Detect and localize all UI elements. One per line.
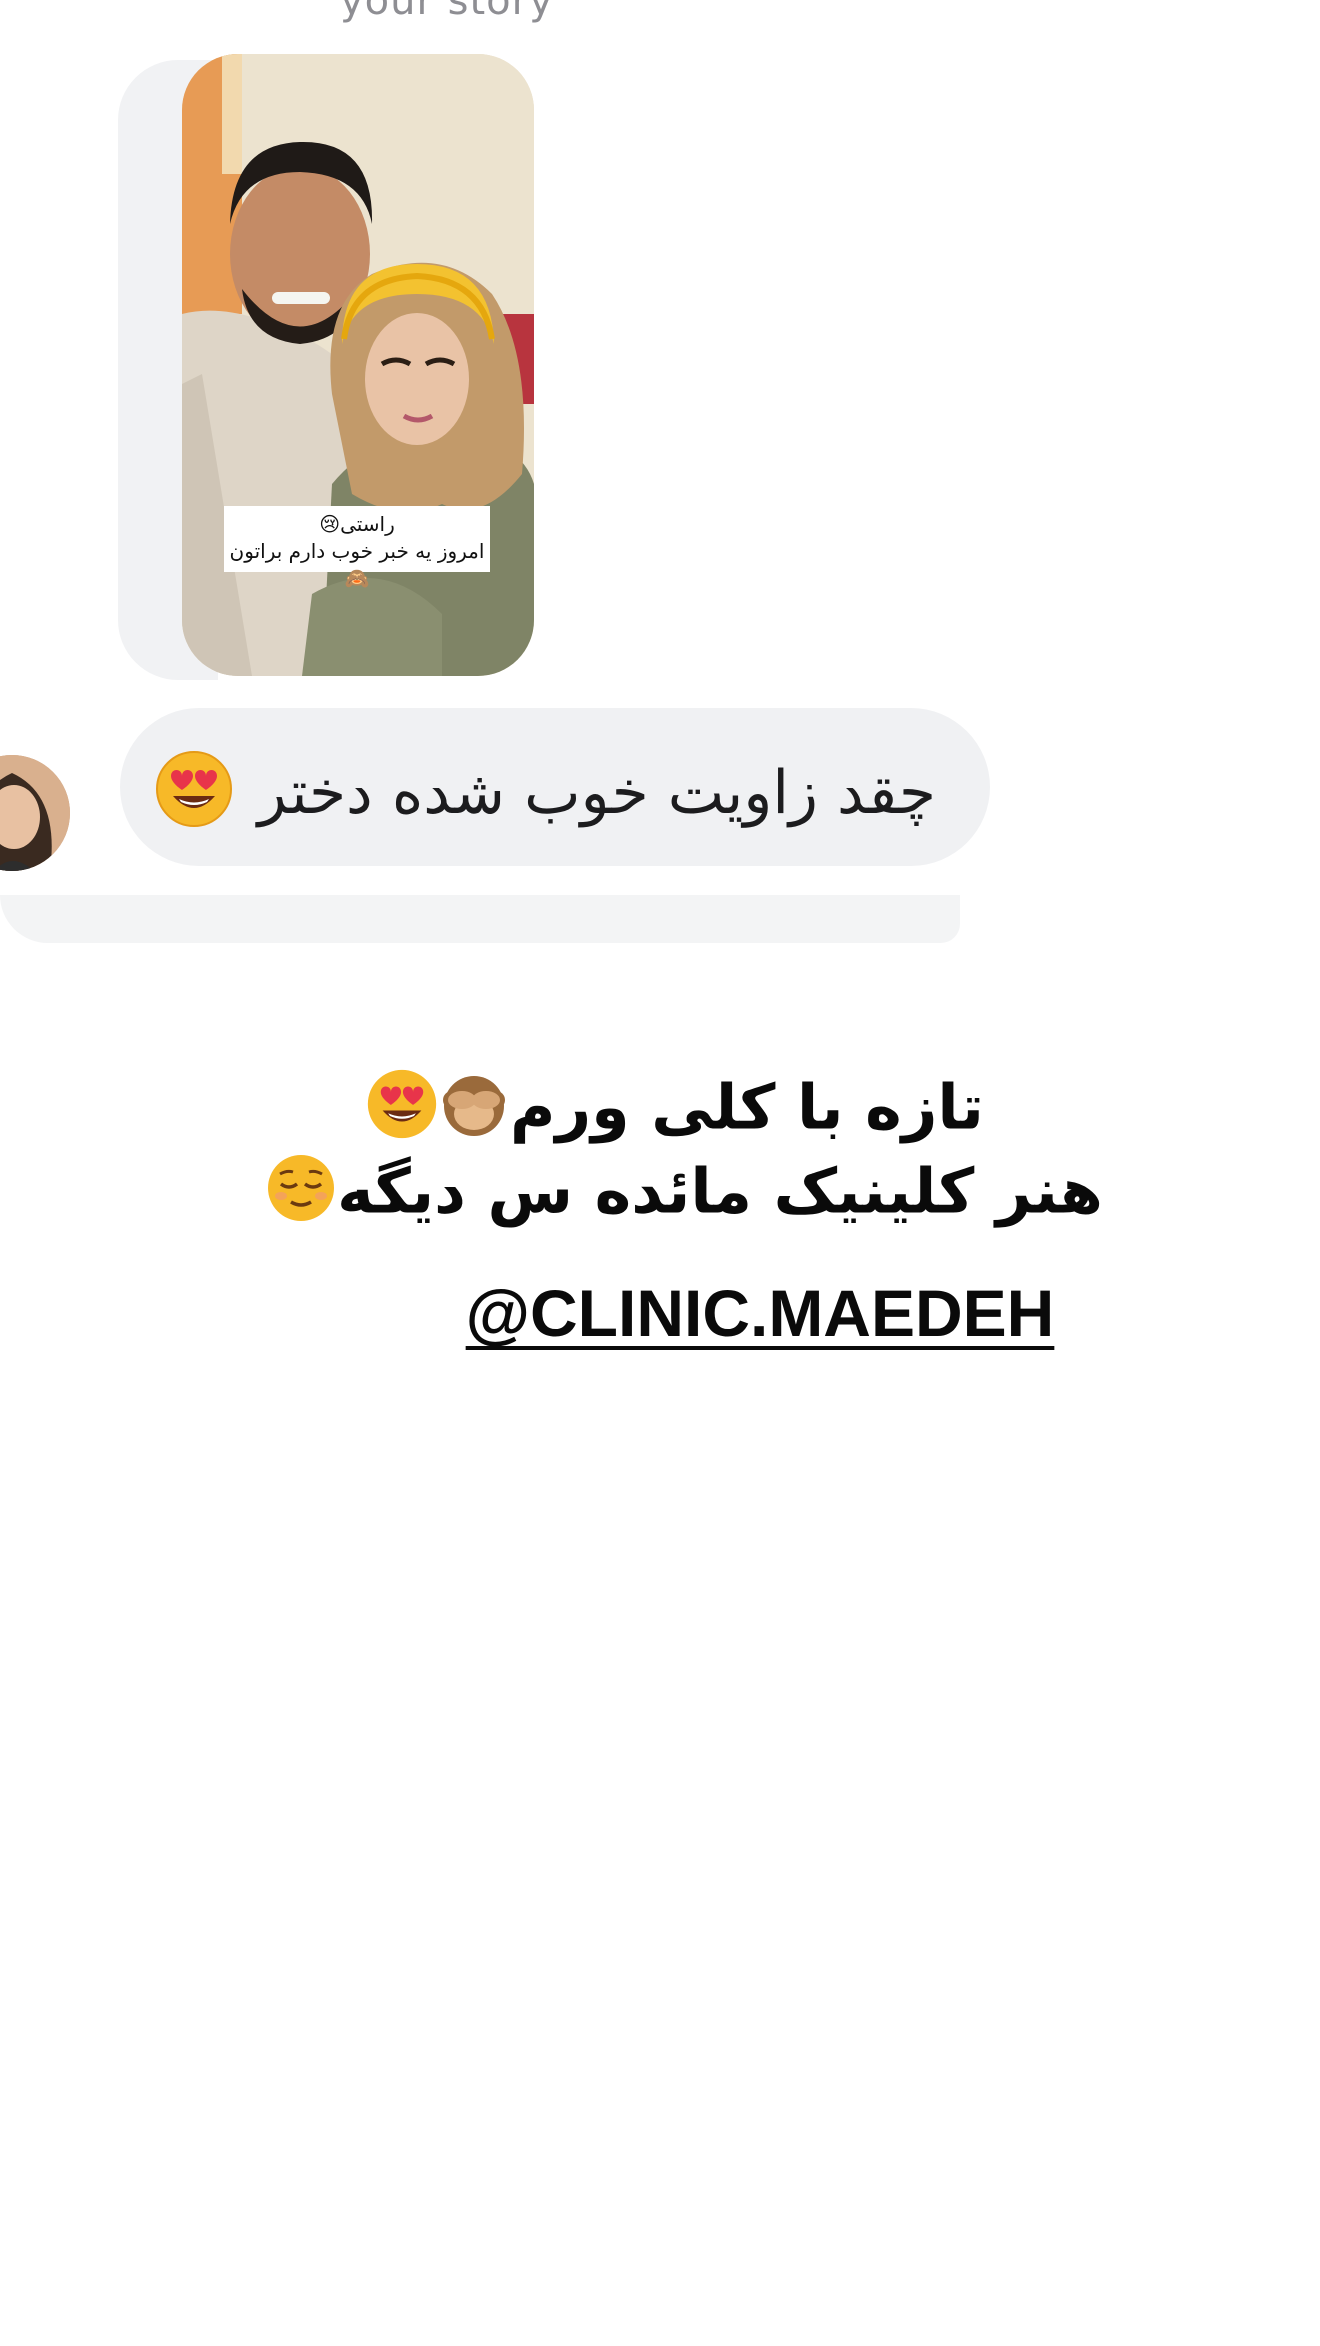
message-shadow: [0, 895, 960, 943]
story-caption-line2: امروز یه خبر خوب دارم براتون🙈: [229, 539, 485, 590]
see-no-evil-monkey-icon: [438, 1068, 510, 1155]
message-text: چقد زاویت خوب شده دختر: [257, 758, 936, 829]
heart-eyes-emoji-icon: [366, 1068, 438, 1155]
relieved-face-icon: [265, 1152, 337, 1239]
promo-line-1: تازه با کلی ورم: [0, 1068, 1320, 1155]
clinic-handle-text[interactable]: @CLINIC.MAEDEH: [466, 1276, 1055, 1350]
sender-avatar[interactable]: [0, 755, 70, 871]
story-caption-line1: راستی😢: [319, 512, 395, 536]
story-screen: your story راستی😢 امروز یه خبر خوب دارم …: [0, 0, 1320, 2346]
heart-eyes-emoji-icon: [155, 750, 233, 843]
avatar-photo: [0, 755, 70, 871]
promo-line-2-text: هنر کلینیک مائده س دیگه: [337, 1154, 1103, 1228]
message-bubble[interactable]: چقد زاویت خوب شده دختر: [120, 708, 990, 866]
story-caption: راستی😢 امروز یه خبر خوب دارم براتون🙈: [224, 506, 490, 590]
message-text-wrap: چقد زاویت خوب شده دختر: [155, 750, 936, 843]
replied-to-story-label: your story: [340, 0, 554, 24]
clinic-handle-mention[interactable]: @CLINIC.MAEDEH: [0, 1275, 1320, 1351]
promo-line-2: هنر کلینیک مائده س دیگه: [0, 1152, 1320, 1239]
story-preview[interactable]: راستی😢 امروز یه خبر خوب دارم براتون🙈: [182, 54, 534, 676]
promo-line-1-text: تازه با کلی ورم: [510, 1070, 984, 1144]
